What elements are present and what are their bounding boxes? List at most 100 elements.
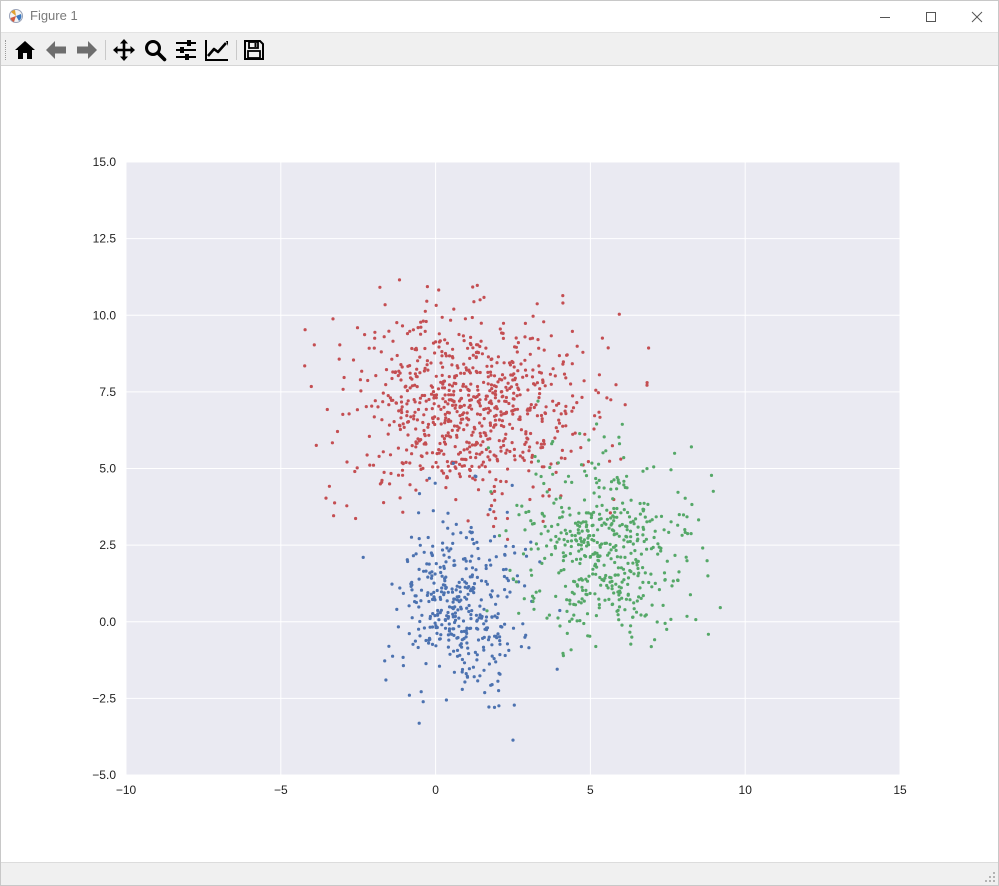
minimize-button[interactable] [862,1,908,32]
scatter-point [347,412,351,416]
scatter-point [521,456,525,460]
scatter-point [606,346,610,350]
scatter-point [622,545,626,549]
scatter-point [492,384,496,388]
scatter-point [431,390,436,394]
scatter-point [594,644,598,649]
scatter-point [488,450,492,454]
scatter-point [570,480,574,484]
scatter-point [422,428,426,433]
scatter-point [470,573,474,577]
scatter-point [493,498,497,502]
scatter-point [485,609,489,613]
scatter-point [669,617,673,622]
back-button[interactable] [42,36,70,64]
scatter-point [457,616,461,620]
scatter-point [489,490,493,494]
scatter-plot[interactable]: −10 −5 0 5 10 15 −5.0 −2.5 0.0 2.5 5.0 7.5 10.0 12.5 1… [1,66,998,862]
scatter-point [526,388,530,392]
scatter-point [405,448,409,452]
scatter-point [451,615,455,619]
scatter-point [505,448,509,452]
scatter-point [417,537,421,541]
scatter-point [468,626,472,631]
resize-grip-icon[interactable] [984,871,996,883]
title-bar[interactable]: Figure 1 [1,1,998,32]
scatter-point [619,586,623,590]
scatter-point [406,559,410,564]
scatter-point [438,637,442,641]
scatter-point [629,551,633,555]
scatter-point [627,515,632,519]
scatter-point [443,400,447,404]
scatter-point [494,555,498,559]
scatter-point [461,619,466,623]
scatter-point [396,374,400,378]
scatter-point [484,397,488,401]
scatter-point [410,346,414,351]
scatter-point [542,438,546,443]
scatter-point [617,618,621,622]
scatter-point [405,410,409,414]
scatter-point [557,418,561,422]
scatter-point [399,363,403,367]
scatter-point [611,514,615,518]
scatter-point [497,439,501,443]
scatter-point [408,376,413,380]
scatter-point [534,590,538,594]
scatter-point [580,597,584,601]
scatter-point [506,381,510,385]
scatter-point [471,665,475,669]
scatter-point [614,548,618,552]
scatter-point [619,555,623,559]
scatter-point [373,336,377,340]
forward-button[interactable] [73,36,101,64]
scatter-point [450,403,455,407]
pan-button[interactable] [110,36,138,64]
scatter-point [513,551,517,555]
scatter-point [420,393,424,398]
scatter-point [453,376,457,380]
scatter-point [494,413,498,417]
scatter-point [509,385,513,389]
scatter-point [620,580,624,584]
scatter-point [391,339,395,343]
zoom-button[interactable] [141,36,169,64]
subplots-button[interactable] [172,36,200,64]
maximize-icon [926,11,936,22]
edit-axes-button[interactable] [203,36,231,64]
scatter-point [452,389,456,393]
scatter-point [553,374,557,378]
scatter-point [500,390,504,394]
scatter-point [468,398,472,402]
scatter-point [355,466,359,470]
home-button[interactable] [11,36,39,64]
scatter-point [536,399,540,403]
scatter-point [423,329,427,333]
scatter-point [432,396,436,400]
scatter-point [427,433,431,437]
scatter-point [560,505,564,510]
scatter-point [478,370,482,375]
scatter-point [473,443,477,447]
close-button[interactable] [954,1,999,32]
figure-canvas[interactable]: −10 −5 0 5 10 15 −5.0 −2.5 0.0 2.5 5.0 7.5 10.0 12.5 1… [1,66,998,862]
toolbar-grip[interactable] [5,40,8,60]
scatter-point [466,418,471,422]
scatter-point [477,465,481,469]
scatter-point [416,437,420,441]
scatter-point [450,590,455,594]
scatter-point [535,381,540,385]
scatter-point [665,627,669,632]
maximize-button[interactable] [908,1,954,32]
scatter-point [494,516,498,520]
scatter-point [400,468,405,472]
scatter-point [594,572,598,576]
scatter-point [512,447,516,451]
scatter-point [496,612,500,616]
scatter-point [547,494,551,498]
scatter-point [410,616,414,620]
save-button[interactable] [240,36,268,64]
scatter-point [440,354,444,358]
scatter-point [458,585,462,589]
